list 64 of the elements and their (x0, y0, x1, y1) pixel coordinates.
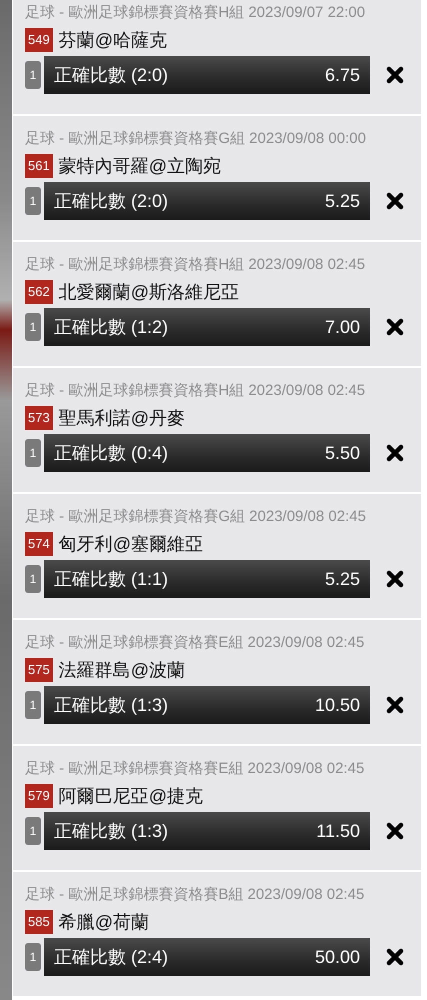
close-icon (385, 443, 405, 463)
line-number: 1 (25, 61, 41, 89)
odds-text: 7.00 (324, 316, 360, 338)
league-text: 足球 - 歐洲足球錦標賽資格賽E組 2023/09/08 02:45 (25, 634, 366, 652)
close-button[interactable] (384, 64, 406, 86)
match-number: 549 (25, 28, 53, 52)
selection-text: 正確比數 (1:3) (54, 694, 168, 717)
close-icon (385, 317, 405, 337)
match-number: 579 (25, 784, 53, 808)
line-number: 1 (25, 439, 41, 467)
close-button[interactable] (384, 316, 406, 338)
league-text: 足球 - 歐洲足球錦標賽資格賽B組 2023/09/08 02:45 (25, 886, 366, 904)
close-button[interactable] (384, 442, 406, 464)
odds-text: 5.25 (324, 190, 360, 212)
odds-text: 6.75 (324, 64, 360, 86)
selection-text: 正確比數 (2:0) (54, 64, 168, 87)
match-name: 阿爾巴尼亞@捷克 (58, 785, 203, 808)
league-text: 足球 - 歐洲足球錦標賽資格賽E組 2023/09/08 02:45 (25, 760, 366, 778)
line-number: 1 (25, 943, 41, 971)
match-number: 573 (25, 406, 53, 430)
odds-text: 5.25 (324, 568, 360, 590)
close-icon (385, 695, 405, 715)
match-name: 北愛爾蘭@斯洛維尼亞 (58, 281, 239, 304)
selection-text: 正確比數 (1:3) (54, 820, 168, 843)
close-icon (385, 947, 405, 967)
close-button[interactable] (384, 190, 406, 212)
close-button[interactable] (384, 946, 406, 968)
match-number: 574 (25, 532, 53, 556)
close-icon (385, 569, 405, 589)
league-text: 足球 - 歐洲足球錦標賽資格賽H組 2023/09/08 02:45 (25, 382, 366, 400)
match-name: 希臘@荷蘭 (58, 911, 149, 934)
line-number: 1 (25, 313, 41, 341)
league-text: 足球 - 歐洲足球錦標賽資格賽H組 2023/09/08 02:45 (25, 256, 366, 274)
line-number: 1 (25, 187, 41, 215)
line-number: 1 (25, 817, 41, 845)
league-text: 足球 - 歐洲足球錦標賽資格賽H組 2023/09/07 22:00 (25, 4, 366, 22)
selection-text: 正確比數 (1:1) (54, 568, 168, 591)
odds-text: 10.50 (314, 694, 360, 716)
league-text: 足球 - 歐洲足球錦標賽資格賽G組 2023/09/08 00:00 (25, 130, 367, 148)
match-name: 聖馬利諾@丹麥 (58, 407, 185, 430)
close-button[interactable] (384, 568, 406, 590)
match-number: 562 (25, 280, 53, 304)
odds-text: 5.50 (324, 442, 360, 464)
match-name: 匈牙利@塞爾維亞 (58, 533, 203, 556)
selection-text: 正確比數 (2:4) (54, 946, 168, 969)
selection-text: 正確比數 (2:0) (54, 190, 168, 213)
close-button[interactable] (384, 694, 406, 716)
line-number: 1 (25, 565, 41, 593)
odds-text: 11.50 (316, 820, 360, 842)
close-icon (385, 821, 405, 841)
match-name: 芬蘭@哈薩克 (58, 29, 167, 52)
close-button[interactable] (384, 820, 406, 842)
close-icon (385, 65, 405, 85)
line-number: 1 (25, 691, 41, 719)
selection-text: 正確比數 (1:2) (54, 316, 168, 339)
match-number: 575 (25, 658, 53, 682)
match-name: 蒙特內哥羅@立陶宛 (58, 155, 221, 178)
league-text: 足球 - 歐洲足球錦標賽資格賽G組 2023/09/08 02:45 (25, 508, 367, 526)
selection-text: 正確比數 (0:4) (54, 442, 168, 465)
close-icon (385, 191, 405, 211)
odds-text: 50.00 (314, 946, 360, 968)
match-number: 585 (25, 910, 53, 934)
match-name: 法羅群島@波蘭 (58, 659, 185, 682)
match-number: 561 (25, 154, 53, 178)
